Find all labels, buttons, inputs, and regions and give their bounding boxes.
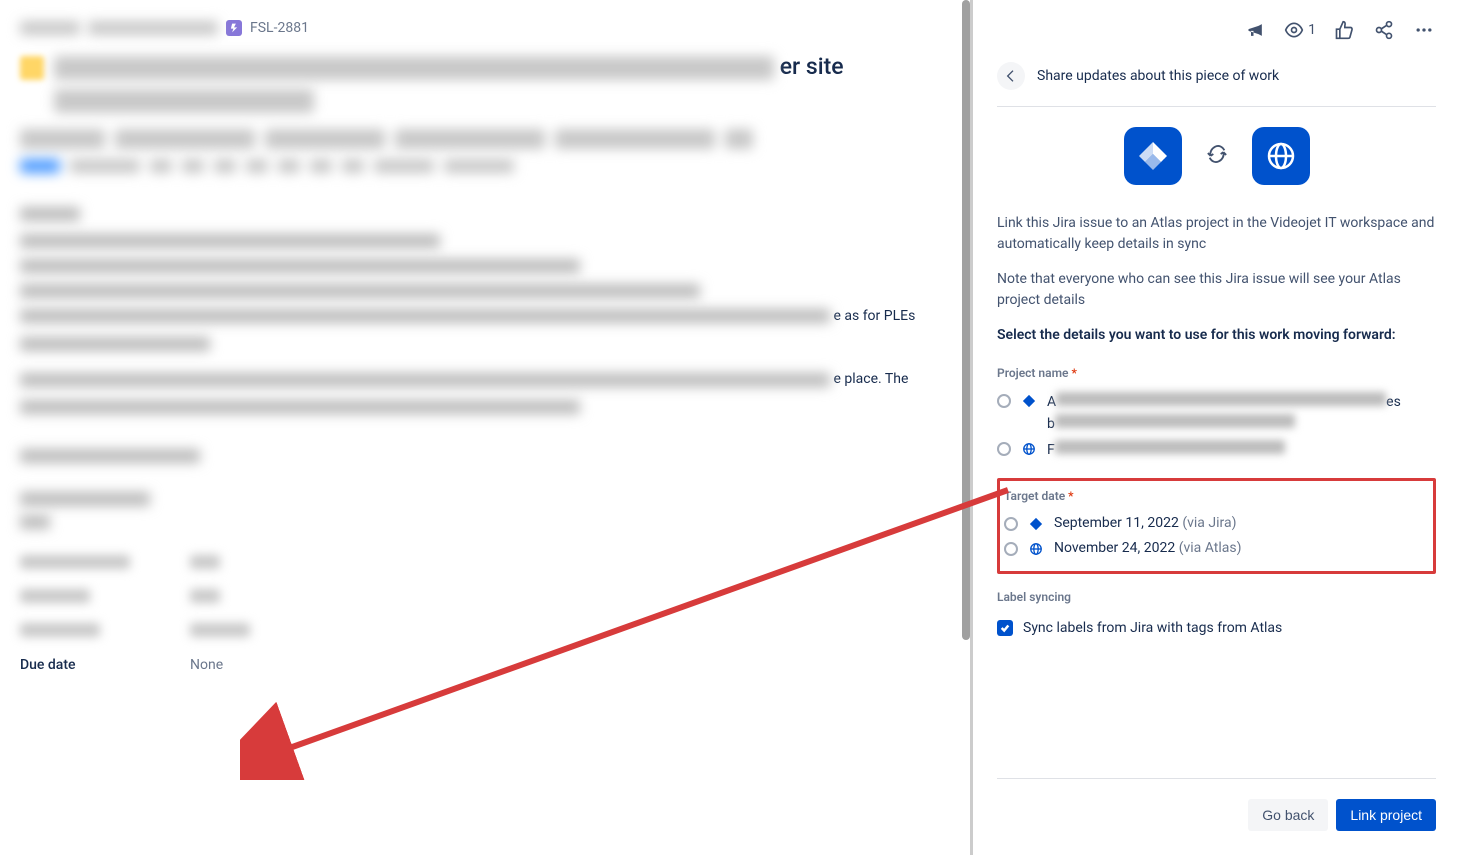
target-date-value: September 11, 2022 xyxy=(1054,515,1179,531)
panel-info-2: Note that everyone who can see this Jira… xyxy=(997,269,1436,311)
link-project-button[interactable]: Link project xyxy=(1336,799,1436,831)
radio-unchecked xyxy=(1004,542,1018,556)
label-syncing-label: Label syncing xyxy=(997,590,1436,604)
radio-unchecked xyxy=(997,394,1011,408)
target-date-atlas[interactable]: November 24, 2022 (via Atlas) xyxy=(1004,536,1423,561)
target-date-label: Target date * xyxy=(1004,489,1423,503)
jira-mini-icon xyxy=(1021,393,1037,409)
due-date-value: None xyxy=(190,657,223,673)
jira-mini-icon xyxy=(1028,516,1044,532)
share-icon[interactable] xyxy=(1372,18,1396,42)
like-icon[interactable] xyxy=(1332,18,1356,42)
description-fragment: e place. The xyxy=(833,371,908,387)
atlas-mini-icon xyxy=(1021,441,1037,457)
checkbox-checked xyxy=(997,620,1013,636)
project-option-jira[interactable]: Aes b xyxy=(997,388,1436,436)
issue-key[interactable]: FSL-2881 xyxy=(250,20,309,36)
epic-icon xyxy=(226,20,242,36)
more-icon[interactable] xyxy=(1412,18,1436,42)
project-option-atlas[interactable]: F xyxy=(997,436,1436,462)
panel-info-1: Link this Jira issue to an Atlas project… xyxy=(997,213,1436,255)
target-date-via: (via Atlas) xyxy=(1179,540,1242,556)
back-button[interactable] xyxy=(997,62,1025,90)
scrollbar[interactable] xyxy=(962,0,970,640)
feedback-icon[interactable] xyxy=(1244,18,1268,42)
page-title: er site xyxy=(20,52,950,113)
go-back-button[interactable]: Go back xyxy=(1248,799,1328,831)
due-date-label: Due date xyxy=(20,657,190,673)
due-date-field[interactable]: Due date None xyxy=(20,657,950,673)
radio-unchecked xyxy=(1004,517,1018,531)
target-date-jira[interactable]: September 11, 2022 (via Jira) xyxy=(1004,511,1423,536)
description-fragment: e as for PLEs xyxy=(833,308,915,324)
apps-sync xyxy=(997,127,1436,185)
label-syncing-checkbox[interactable]: Sync labels from Jira with tags from Atl… xyxy=(997,620,1436,636)
radio-unchecked xyxy=(997,442,1011,456)
sync-icon xyxy=(1206,143,1228,169)
target-date-via: (via Jira) xyxy=(1182,515,1236,531)
panel-title: Share updates about this piece of work xyxy=(1037,68,1279,84)
target-date-value: November 24, 2022 xyxy=(1054,540,1175,556)
label-syncing-text: Sync labels from Jira with tags from Atl… xyxy=(1023,620,1282,636)
project-name-label: Project name * xyxy=(997,366,1436,380)
watchers-button[interactable]: 1 xyxy=(1284,20,1316,40)
watchers-count: 1 xyxy=(1308,22,1316,38)
breadcrumb: FSL-2881 xyxy=(20,20,950,36)
jira-app-icon xyxy=(1124,127,1182,185)
atlas-mini-icon xyxy=(1028,541,1044,557)
atlas-app-icon xyxy=(1252,127,1310,185)
target-date-highlight: Target date * September 11, 2022 (via Ji… xyxy=(997,478,1436,574)
panel-select-title: Select the details you want to use for t… xyxy=(997,325,1436,346)
